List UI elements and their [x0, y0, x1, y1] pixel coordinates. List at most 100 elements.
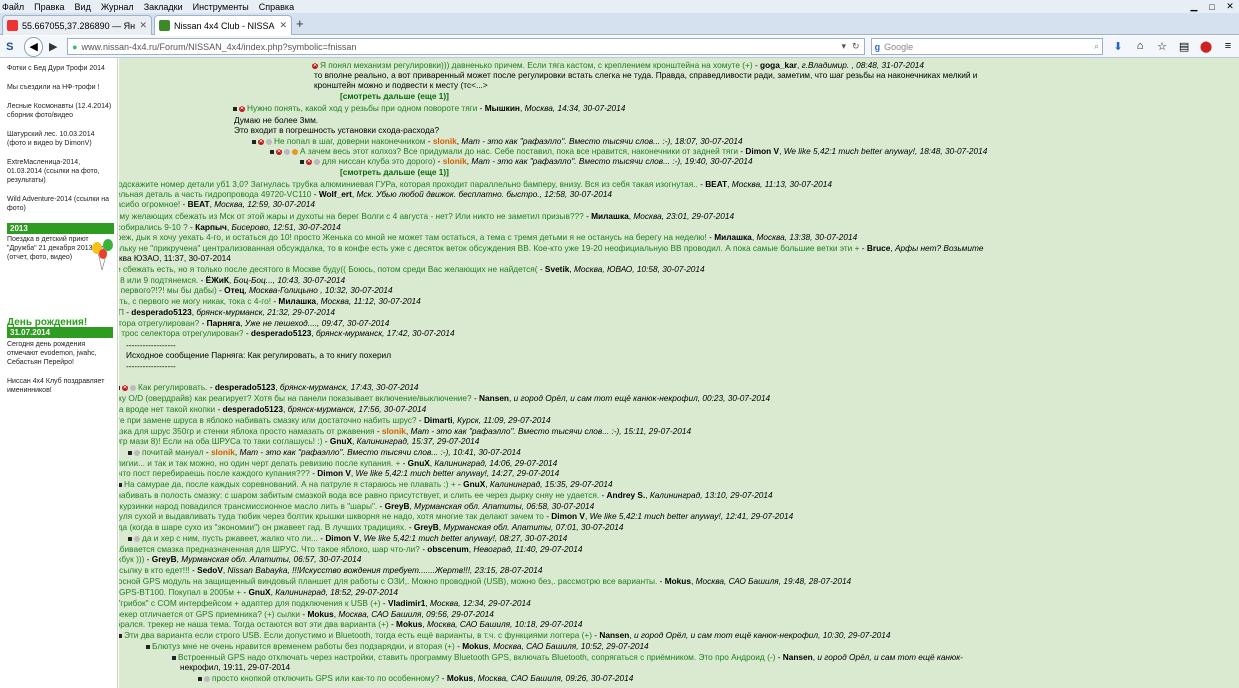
post-title-link[interactable]: почитай мануал	[142, 447, 204, 457]
post-title-link[interactable]: Сереж, дык я хочу уехать 4-го, и остатьс…	[119, 232, 707, 242]
post-title-link[interactable]: Народ подскажите при замене шруса в ябло…	[119, 415, 417, 425]
post-title-link[interactable]: Нужно понять, какой ход у резьбы при одн…	[247, 103, 477, 113]
post-author[interactable]: Svetik	[545, 264, 569, 274]
bookmarks-icon[interactable]: ▤	[1173, 40, 1195, 53]
minimize-icon[interactable]: ▁	[1185, 0, 1203, 13]
post-title-link[interactable]: Продлены с АКПП	[119, 307, 124, 317]
post-title-link[interactable]: трос селектора отрегулирован?	[119, 318, 199, 328]
post-author[interactable]: Dimon V	[551, 511, 585, 521]
post-title-link[interactable]: Перестал набивать в полость смазку: с ша…	[119, 490, 599, 500]
post-author[interactable]: obscenum	[427, 544, 469, 554]
post-title-link[interactable]: На самурае да, после каждых соревнований…	[124, 479, 456, 489]
post-author[interactable]: BEAT	[188, 199, 210, 209]
post-title-link[interactable]: так вроде собирались 9-10 ?	[119, 222, 188, 232]
search-icon[interactable]: ⌕	[1094, 41, 1099, 52]
post-author[interactable]: slonik	[211, 447, 235, 457]
post-author[interactable]: Отец	[224, 285, 244, 295]
home-icon[interactable]: ⌂	[1129, 40, 1151, 53]
post-author[interactable]: Dimarti	[424, 415, 453, 425]
post-title-link[interactable]: Мил, поскольку не "прикручена" централиз…	[119, 243, 859, 253]
post-author[interactable]: Mokus	[665, 576, 691, 586]
post-title-link[interactable]: для ниссан клуба это дорого)	[322, 156, 435, 166]
show-more-link[interactable]: [смотреть дальше (еще 1)]	[340, 167, 449, 177]
sidebar-link[interactable]: Мы съездили на НФ-трофи !	[7, 83, 114, 92]
post-title-link[interactable]: просто кнопкой отключить GPS или как-то …	[212, 673, 440, 683]
post-author[interactable]: Nansen	[479, 393, 509, 403]
menu-item[interactable]: Файл	[2, 2, 24, 12]
post-author[interactable]: slonik	[443, 156, 467, 166]
post-title-link[interactable]: Кость, с первого не могу никак, тока с 4…	[119, 296, 271, 306]
post-author[interactable]: Милашка	[278, 296, 316, 306]
post-title-link[interactable]: У меня Asus GPS-BT100. Покупал в 2005м +	[119, 587, 241, 597]
post-author[interactable]: GnuX	[248, 587, 270, 597]
post-title-link[interactable]: Re: трос селектора отрегулирован?	[119, 328, 244, 338]
post-title-link[interactable]: 350гр мази 8)! Если на оба ШРУСа то таки…	[119, 436, 322, 446]
post-title-link[interactable]: в шрус смазка для шрус 350гр и стенки яб…	[119, 426, 375, 436]
post-author[interactable]: Mokus	[307, 609, 333, 619]
post-author[interactable]: GnuX	[330, 436, 352, 446]
post-title-link[interactable]: посоветуйте выносной GPS модуль на защищ…	[119, 576, 657, 586]
post-title-link[interactable]: это не отдельная деталь а часть гидропро…	[119, 189, 311, 199]
post-author[interactable]: Мышкин	[485, 103, 520, 113]
post-title-link[interactable]: А зачем весь этот колхоз? Все придумали …	[300, 146, 738, 156]
bookmark-star-icon[interactable]: ☆	[1151, 40, 1173, 53]
tab-nissan-club[interactable]: Nissan 4x4 Club - NISSAN ... ✕	[154, 15, 292, 35]
post-author[interactable]: Andrey S.	[607, 490, 646, 500]
post-author[interactable]: Карпыч	[195, 222, 227, 232]
post-title-link[interactable]: да и хер с ним, пусть ржавеет, жалко что…	[142, 533, 318, 543]
post-author[interactable]: desperado5123	[223, 404, 283, 414]
post-title-link[interactable]: У меня есть "грибок" с COM интерфейсом +…	[119, 598, 381, 608]
post-title-link[interactable]: Спасибо огромное!	[119, 199, 180, 209]
post-title-link[interactable]: Эти два варианта если строго USB. Если д…	[124, 630, 592, 640]
show-more-link[interactable]: [смотреть дальше (еще 1)]	[340, 91, 449, 101]
adblock-icon[interactable]: ⬤	[1195, 40, 1217, 53]
post-author[interactable]: GreyB	[152, 554, 177, 564]
post-author[interactable]: SedoV	[197, 565, 223, 575]
tab-close-icon[interactable]: ✕	[139, 20, 147, 31]
post-title-link[interactable]: Вопрос религии... и так и так можно, но …	[119, 458, 400, 468]
post-author[interactable]: BEAT	[705, 179, 727, 189]
post-author[interactable]: ЁЖиК	[206, 275, 229, 285]
sidebar-link[interactable]: Фотки с Бед Дури Трофи 2014	[7, 64, 114, 73]
post-title-link[interactable]: тыкс, судя по всему желающих сбежать из …	[119, 211, 584, 221]
new-tab-icon[interactable]: +	[296, 16, 304, 31]
post-author[interactable]: Nansen	[599, 630, 629, 640]
post-title-link[interactable]: А про кнопку O/D (овердрайв) как реагиру…	[119, 393, 472, 403]
post-author[interactable]: Dimon V	[317, 468, 351, 478]
menu-item[interactable]: Журнал	[101, 2, 134, 12]
post-title-link[interactable]: Макбук )))	[119, 554, 144, 564]
post-title-link[interactable]: Желающие сбежать есть, но я только после…	[119, 264, 538, 274]
post-title-link[interactable]: В Куркурзинки народ повадился трансмисси…	[119, 501, 377, 511]
url-bar[interactable]: ● www.nissan-4x4.ru/Forum/NISSAN_4x4/ind…	[67, 38, 865, 55]
s-app-icon[interactable]: S	[0, 37, 20, 57]
post-title-link[interactable]: Я понял механизм регулировки))) давненьк…	[320, 60, 753, 70]
post-author[interactable]: Милашка	[714, 232, 752, 242]
sidebar-link[interactable]: Wild Adventure-2014 (ссылки на фото)	[7, 195, 114, 213]
menu-item[interactable]: Справка	[259, 2, 294, 12]
post-title-link[interactable]: а чего не с первого?!?! мы бы дабы)	[119, 285, 217, 295]
post-title-link[interactable]: шар у патруля сухой и выдавливать туда т…	[119, 511, 544, 521]
post-author[interactable]: GreyB	[414, 522, 439, 532]
post-author[interactable]: Mokus	[447, 673, 473, 683]
dropdown-icon[interactable]: ▾	[842, 41, 847, 52]
post-author[interactable]: goga_kar	[760, 60, 797, 70]
menu-item[interactable]: Инструменты	[193, 2, 249, 12]
post-title-link[interactable]: Мы только 8 или 9 подтянемся.	[119, 275, 198, 285]
post-title-link[interactable]: Не попал в шаг, доверни наконечником	[274, 136, 425, 146]
post-title-link[interactable]: В ШРУС забивается смазка предназначенная…	[119, 544, 420, 554]
menu-item[interactable]: Вид	[75, 2, 91, 12]
post-author[interactable]: Mokus	[462, 641, 488, 651]
close-window-icon[interactable]: ✕	[1221, 0, 1239, 13]
post-title-link[interactable]: Встроенный GPS надо отключать через наст…	[178, 652, 775, 662]
post-author[interactable]: Милашка	[591, 211, 629, 221]
post-title-link[interactable]: Блютуз мне не очень нравится временем ра…	[152, 641, 455, 651]
post-title-link[interactable]: да вроде нет такой кнопки	[119, 404, 215, 414]
menu-item[interactable]: Правка	[34, 2, 64, 12]
post-title-link[interactable]: А чет GPS трекер отличается от GPS прием…	[119, 609, 300, 619]
post-author[interactable]: slonik	[433, 136, 457, 146]
sidebar-link[interactable]: Лесные Космонавты (12.4.2014) сборник фо…	[7, 102, 114, 120]
maximize-icon[interactable]: □	[1203, 0, 1221, 13]
post-title-link[interactable]: разобрался. трекер не наша тема. Тогда о…	[119, 619, 389, 629]
post-title-link[interactable]: Граждане, а не подскажите номер детали у…	[119, 179, 698, 189]
search-input[interactable]: g Google ⌕	[870, 38, 1104, 55]
